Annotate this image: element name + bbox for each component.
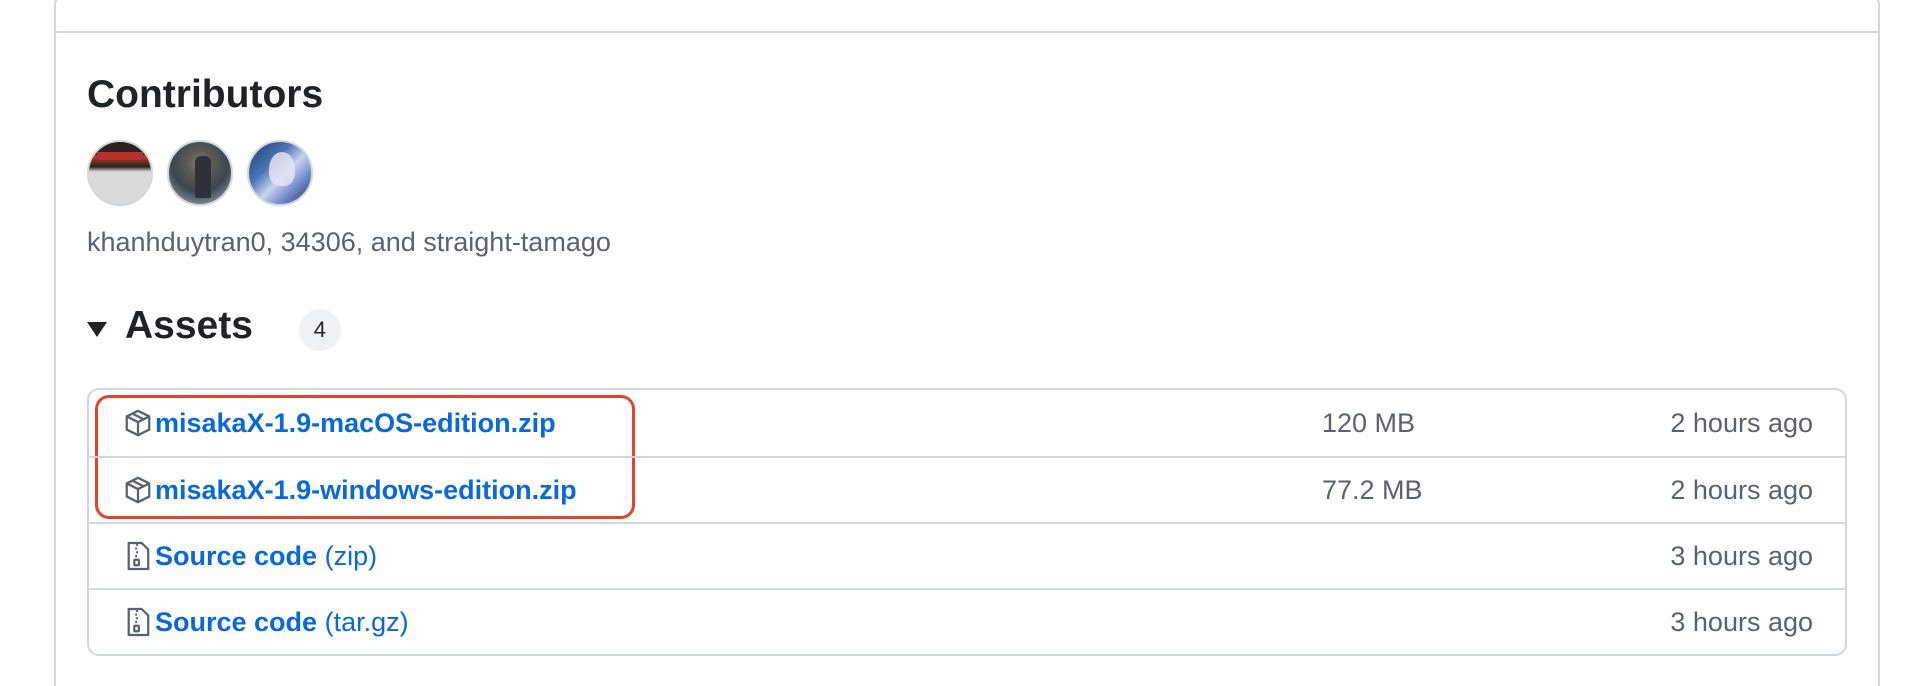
caret-down-icon[interactable] [87,321,107,337]
asset-time: 2 hours ago [1670,474,1813,505]
asset-time: 3 hours ago [1670,606,1813,637]
release-footer: Contributors khanhduytran0, 34306, and s… [87,70,1847,656]
package-icon [123,474,153,506]
assets-heading: Assets [125,304,253,347]
asset-link-source-targz[interactable]: Source code (tar.gz) [155,607,409,638]
asset-link-macos[interactable]: misakaX-1.9-macOS-edition.zip [155,408,556,439]
asset-link-source-zip[interactable]: Source code (zip) [155,541,377,572]
asset-size: 77.2 MB [1322,474,1423,505]
contributors-names: khanhduytran0, 34306, and straight-tamag… [87,227,611,257]
avatar-straight-tamago[interactable] [247,140,313,206]
asset-size: 120 MB [1322,407,1416,438]
assets-toggle[interactable]: Assets 4 [87,298,1847,354]
release-divider [54,31,1880,33]
file-zip-icon [123,540,153,572]
asset-name: Source code [155,606,318,637]
asset-name: misakaX-1.9-windows-edition.zip [155,474,577,505]
asset-name: misakaX-1.9-macOS-edition.zip [155,407,556,438]
release-page: Contributors khanhduytran0, 34306, and s… [0,0,1910,686]
assets-list: misakaX-1.9-macOS-edition.zip 120 MB 2 h… [87,388,1847,656]
avatar-34306[interactable] [167,140,233,206]
contributors-heading: Contributors [87,73,324,116]
asset-row: Source code (tar.gz) 3 hours ago [89,588,1845,654]
asset-row: misakaX-1.9-macOS-edition.zip 120 MB 2 h… [89,390,1845,456]
package-icon [123,407,153,439]
asset-time: 2 hours ago [1670,407,1813,438]
asset-name: Source code [155,540,318,571]
contributors-avatars [87,140,1847,206]
asset-suffix: (zip) [324,540,378,571]
asset-row: misakaX-1.9-windows-edition.zip 77.2 MB … [89,456,1845,522]
asset-link-windows[interactable]: misakaX-1.9-windows-edition.zip [155,475,577,506]
asset-suffix: (tar.gz) [324,606,409,637]
assets-count-badge: 4 [298,309,341,351]
asset-time: 3 hours ago [1670,540,1813,571]
avatar-khanhduytran0[interactable] [87,140,153,206]
file-zip-icon [123,606,153,638]
asset-row: Source code (zip) 3 hours ago [89,522,1845,588]
